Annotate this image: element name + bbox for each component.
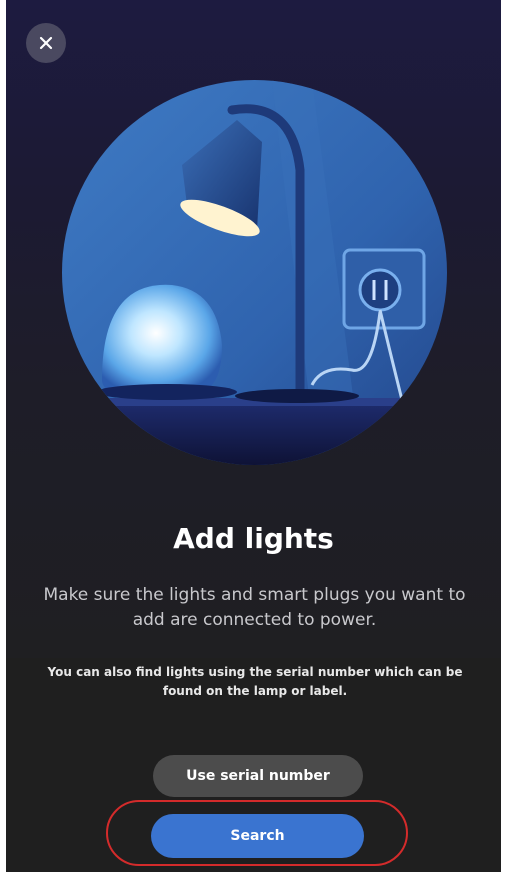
close-button[interactable] [26, 23, 66, 63]
search-highlight-annotation [106, 800, 408, 866]
page-title: Add lights [173, 522, 334, 555]
description-text: Make sure the lights and smart plugs you… [43, 585, 466, 630]
use-serial-number-button[interactable]: Use serial number [153, 755, 363, 797]
lamp-illustration [62, 80, 447, 465]
close-icon [39, 36, 53, 50]
serial-hint-text: You can also find lights using the seria… [47, 665, 463, 698]
add-lights-screen: Add lights Make sure the lights and smar… [6, 0, 501, 872]
